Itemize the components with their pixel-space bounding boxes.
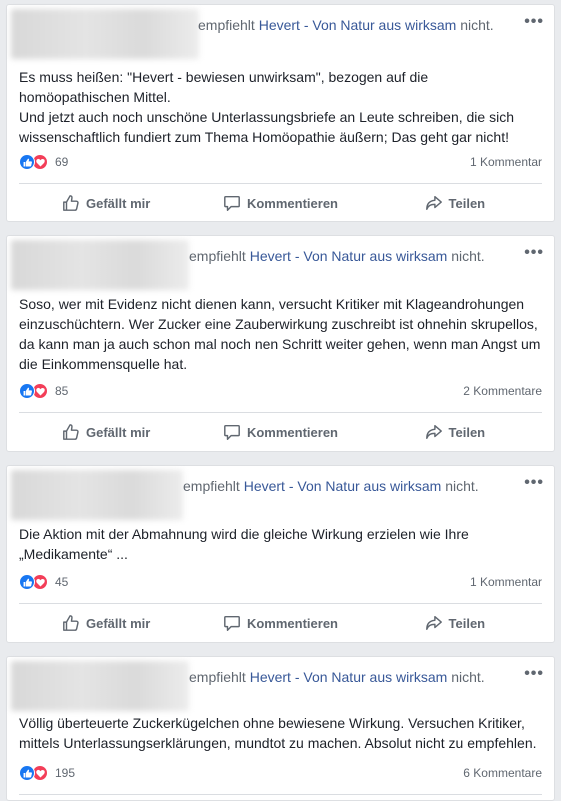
blurred-author-avatar <box>11 661 189 711</box>
post-header: empfiehlt Hevert - Von Natur aus wirksam… <box>7 657 554 711</box>
post-stats: 45 1 Kommentar <box>19 573 542 591</box>
recommend-suffix: nicht. <box>445 478 479 494</box>
comment-button[interactable]: Kommentieren <box>193 606 367 640</box>
post-text: Die Aktion mit der Abmahnung wird die gl… <box>19 524 542 564</box>
recommend-suffix: nicht. <box>460 17 494 33</box>
post-stats: 195 6 Kommentare <box>19 764 542 782</box>
like-label: Gefällt mir <box>86 424 151 440</box>
blurred-author-avatar <box>11 9 199 59</box>
share-label: Teilen <box>448 424 486 440</box>
like-label: Gefällt mir <box>86 195 151 211</box>
post-text: Völlig überteuerte Zuckerkügelchen ohne … <box>19 713 542 753</box>
post-text-line: Es muss heißen: "Hevert - bewiesen unwir… <box>19 69 429 105</box>
post-text: Es muss heißen: "Hevert - bewiesen unwir… <box>19 67 542 147</box>
thumbs-up-icon <box>63 615 79 631</box>
comment-button[interactable]: Kommentieren <box>193 186 367 220</box>
review-post: empfiehlt Hevert - Von Natur aus wirksam… <box>6 4 555 222</box>
post-stats: 85 2 Kommentare <box>19 382 542 400</box>
share-label: Teilen <box>448 195 486 211</box>
review-post: empfiehlt Hevert - Von Natur aus wirksam… <box>6 235 555 452</box>
share-button[interactable]: Teilen <box>368 415 542 449</box>
page-link[interactable]: Hevert - Von Natur aus wirksam <box>244 478 442 494</box>
recommend-verb: empfiehlt <box>183 478 240 494</box>
review-post: empfiehlt Hevert - Von Natur aus wirksam… <box>6 465 555 643</box>
action-bar: Gefällt mir Kommentieren Teilen <box>19 606 542 640</box>
recommend-verb: empfiehlt <box>189 669 246 685</box>
blurred-author-avatar <box>11 240 189 290</box>
comment-count[interactable]: 1 Kommentar <box>470 155 542 169</box>
reaction-icons[interactable] <box>19 573 53 591</box>
recommend-suffix: nicht. <box>451 669 485 685</box>
recommend-verb: empfiehlt <box>198 17 255 33</box>
post-stats: 69 1 Kommentar <box>19 153 542 171</box>
action-bar: Gefällt mir Kommentieren Teilen <box>19 415 542 449</box>
comment-button[interactable]: Kommentieren <box>193 415 367 449</box>
page-link[interactable]: Hevert - Von Natur aus wirksam <box>250 248 448 264</box>
recommendation-line: empfiehlt Hevert - Von Natur aus wirksam… <box>189 669 485 685</box>
more-options-icon[interactable]: ••• <box>524 13 544 31</box>
blurred-author-avatar <box>11 470 183 520</box>
thumbs-up-icon <box>63 195 79 211</box>
share-icon <box>425 195 442 211</box>
recommend-suffix: nicht. <box>451 248 485 264</box>
share-icon <box>425 424 442 440</box>
like-button[interactable]: Gefällt mir <box>19 186 193 220</box>
like-button[interactable]: Gefällt mir <box>19 415 193 449</box>
like-reaction-icon <box>19 765 35 781</box>
comment-label: Kommentieren <box>246 424 338 440</box>
page-link[interactable]: Hevert - Von Natur aus wirksam <box>259 17 457 33</box>
recommend-verb: empfiehlt <box>189 248 246 264</box>
more-options-icon[interactable]: ••• <box>524 244 544 262</box>
recommendation-line: empfiehlt Hevert - Von Natur aus wirksam… <box>189 248 485 264</box>
share-label: Teilen <box>448 615 486 631</box>
page-link[interactable]: Hevert - Von Natur aus wirksam <box>250 669 448 685</box>
reaction-icons[interactable] <box>19 153 53 171</box>
action-bar: Gefällt mir Kommentieren Teilen <box>19 186 542 220</box>
comment-count[interactable]: 2 Kommentare <box>463 384 542 398</box>
post-text-line: Und jetzt auch noch unschöne Unterlassun… <box>19 109 514 145</box>
like-reaction-icon <box>19 383 35 399</box>
post-header: empfiehlt Hevert - Von Natur aus wirksam… <box>7 236 554 290</box>
post-text-line: Völlig überteuerte Zuckerkügelchen ohne … <box>19 715 537 751</box>
reaction-icons[interactable] <box>19 382 53 400</box>
recommendation-line: empfiehlt Hevert - Von Natur aus wirksam… <box>198 17 494 33</box>
comment-label: Kommentieren <box>246 615 338 631</box>
comment-count[interactable]: 1 Kommentar <box>470 575 542 589</box>
comment-icon <box>224 424 240 440</box>
thumbs-up-icon <box>63 424 79 440</box>
post-header: empfiehlt Hevert - Von Natur aus wirksam… <box>7 466 554 520</box>
share-icon <box>425 615 442 631</box>
post-text: Soso, wer mit Evidenz nicht dienen kann,… <box>19 294 542 374</box>
comment-label: Kommentieren <box>246 195 338 211</box>
reaction-count[interactable]: 85 <box>55 384 68 398</box>
divider <box>19 183 542 184</box>
reaction-count[interactable]: 45 <box>55 575 68 589</box>
share-button[interactable]: Teilen <box>368 606 542 640</box>
reaction-icons[interactable] <box>19 764 53 782</box>
divider <box>19 603 542 604</box>
more-options-icon[interactable]: ••• <box>524 665 544 683</box>
review-post: empfiehlt Hevert - Von Natur aus wirksam… <box>6 656 555 801</box>
post-text-line: Soso, wer mit Evidenz nicht dienen kann,… <box>19 296 541 372</box>
divider <box>19 412 542 413</box>
comment-count[interactable]: 6 Kommentare <box>463 766 542 780</box>
reaction-count[interactable]: 69 <box>55 155 68 169</box>
post-text-line: Die Aktion mit der Abmahnung wird die gl… <box>19 526 469 562</box>
reaction-count[interactable]: 195 <box>55 766 75 780</box>
comment-icon <box>224 615 240 631</box>
comment-icon <box>224 195 240 211</box>
like-reaction-icon <box>19 574 35 590</box>
recommendation-line: empfiehlt Hevert - Von Natur aus wirksam… <box>183 478 479 494</box>
post-header: empfiehlt Hevert - Von Natur aus wirksam… <box>7 5 554 59</box>
share-button[interactable]: Teilen <box>368 186 542 220</box>
like-label: Gefällt mir <box>86 615 151 631</box>
like-button[interactable]: Gefällt mir <box>19 606 193 640</box>
more-options-icon[interactable]: ••• <box>524 474 544 492</box>
like-reaction-icon <box>19 154 35 170</box>
